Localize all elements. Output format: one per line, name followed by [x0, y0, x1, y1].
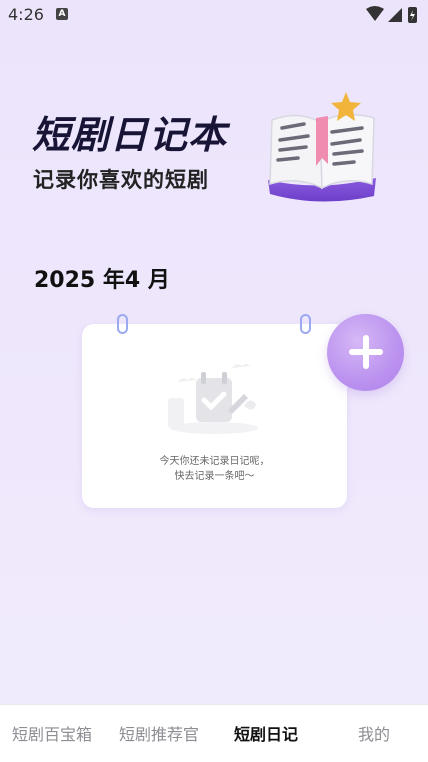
status-bar: 4:26 A [0, 0, 428, 30]
tab-mine[interactable]: 我的 [358, 721, 390, 745]
diary-card: 今天你还未记录日记呢， 快去记录一条吧～ [82, 314, 347, 508]
signal-icon [388, 8, 402, 22]
tab-drama-recommender[interactable]: 短剧推荐官 [119, 721, 199, 745]
status-time: 4:26 [8, 5, 44, 24]
binder-ring-icon [117, 314, 128, 334]
bottom-nav: 短剧百宝箱 短剧推荐官 短剧日记 我的 [0, 704, 428, 762]
page-subtitle: 记录你喜欢的短剧 [33, 168, 209, 192]
book-illustration-icon [268, 92, 376, 202]
tab-drama-toolbox[interactable]: 短剧百宝箱 [12, 721, 92, 745]
empty-state-message: 今天你还未记录日记呢， 快去记录一条吧～ [82, 454, 347, 484]
add-diary-button[interactable] [327, 314, 404, 391]
empty-state-line-1: 今天你还未记录日记呢， [159, 456, 270, 467]
page-title: 短剧日记本 [32, 113, 228, 157]
empty-calendar-icon [168, 364, 258, 434]
binder-ring-icon [300, 314, 311, 334]
notification-icon: A [56, 8, 68, 20]
month-label: 2025 年4 月 [34, 268, 170, 293]
empty-state-line-2: 快去记录一条吧～ [174, 471, 255, 482]
wifi-icon [366, 6, 384, 21]
plus-icon [349, 335, 383, 369]
tab-drama-diary[interactable]: 短剧日记 [234, 721, 298, 745]
status-icons [366, 6, 417, 23]
